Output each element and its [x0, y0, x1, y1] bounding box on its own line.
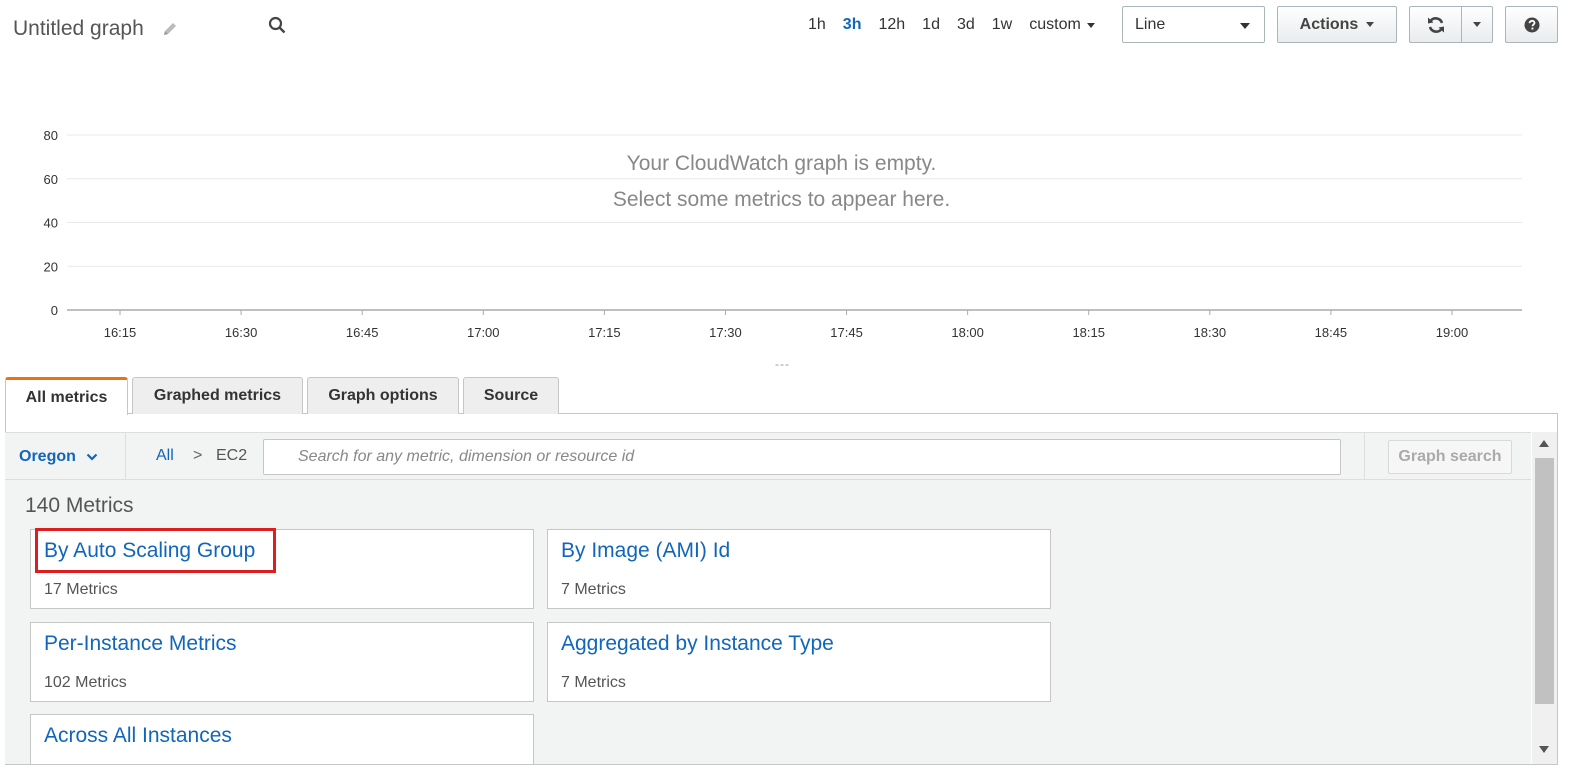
metrics-tabs: All metrics Graphed metrics Graph option…	[5, 377, 563, 415]
metric-category-count: 17 Metrics	[44, 581, 118, 598]
y-tick-label: 20	[44, 259, 58, 274]
x-tick-label: 18:45	[1315, 325, 1348, 340]
range-custom-label: custom	[1029, 16, 1081, 33]
x-tick-label: 18:15	[1072, 325, 1105, 340]
tab-source[interactable]: Source	[463, 377, 559, 414]
metric-category-link[interactable]: Across All Instances	[44, 724, 232, 748]
refresh-options-button[interactable]	[1461, 6, 1493, 43]
metric-category-card[interactable]: Across All Instances	[30, 714, 534, 764]
tab-all-metrics[interactable]: All metrics	[5, 377, 128, 415]
toolbar-divider	[1364, 433, 1365, 480]
range-1h[interactable]: 1h	[808, 16, 826, 34]
metrics-browser: 140 Metrics By Auto Scaling Group 17 Met…	[5, 480, 1531, 764]
region-selector[interactable]: Oregon	[5, 433, 126, 480]
y-tick-label: 80	[44, 128, 58, 143]
scroll-down-arrow-icon[interactable]	[1539, 746, 1549, 753]
x-tick-label: 18:00	[951, 325, 984, 340]
metric-category-link[interactable]: Per-Instance Metrics	[44, 632, 237, 656]
chevron-down-icon	[86, 453, 98, 461]
graph-type-select[interactable]: Line	[1122, 6, 1265, 43]
breadcrumb-separator: >	[193, 447, 203, 464]
graph-search-button[interactable]: Graph search	[1388, 440, 1512, 474]
range-custom[interactable]: custom	[1029, 16, 1095, 34]
metric-category-count: 7 Metrics	[561, 674, 626, 691]
range-3h[interactable]: 3h	[843, 16, 862, 34]
x-axis: 16:15 16:30 16:45 17:00 17:15 17:30 17:45 18:00…	[104, 310, 1469, 340]
x-tick-label: 17:00	[467, 325, 500, 340]
tab-graphed-metrics[interactable]: Graphed metrics	[132, 377, 303, 414]
metrics-chart: 80 60 40 20 0 16:15 16:30 16:45 17:00 17:15 17:30…	[44, 128, 1522, 340]
metric-category-card[interactable]: By Auto Scaling Group 17 Metrics	[30, 529, 534, 609]
empty-graph-message: Your CloudWatch graph is empty.	[626, 152, 937, 175]
actions-label: Actions	[1299, 15, 1359, 33]
graph-type-value: Line	[1135, 15, 1166, 33]
pencil-icon[interactable]	[162, 21, 178, 37]
x-tick-label: 19:00	[1436, 325, 1469, 340]
graph-title[interactable]: Untitled graph	[13, 17, 144, 41]
scroll-up-arrow-icon[interactable]	[1539, 440, 1549, 447]
help-icon	[1524, 17, 1539, 32]
metric-category-card[interactable]: Aggregated by Instance Type 7 Metrics	[547, 622, 1051, 702]
range-3d[interactable]: 3d	[957, 16, 975, 34]
chevron-down-icon	[1240, 23, 1250, 29]
breadcrumb-all[interactable]: All	[156, 447, 174, 465]
metric-category-card[interactable]: Per-Instance Metrics 102 Metrics	[30, 622, 534, 702]
y-axis: 80 60 40 20 0	[44, 128, 58, 318]
metrics-count: 140 Metrics	[25, 494, 134, 517]
tab-graph-options[interactable]: Graph options	[307, 377, 459, 414]
actions-button[interactable]: Actions	[1277, 6, 1397, 43]
metric-search-input[interactable]	[263, 439, 1341, 475]
time-range-selector: 1h 3h 12h 1d 3d 1w custom	[808, 14, 1095, 36]
chevron-down-icon	[1473, 22, 1481, 27]
metric-category-link[interactable]: Aggregated by Instance Type	[561, 632, 834, 656]
y-tick-label: 60	[44, 172, 58, 187]
empty-graph-hint: Select some metrics to appear here.	[612, 188, 951, 211]
refresh-icon	[1427, 16, 1444, 33]
x-tick-label: 16:30	[225, 325, 258, 340]
x-tick-label: 17:45	[830, 325, 863, 340]
x-tick-label: 16:15	[104, 325, 137, 340]
range-12h[interactable]: 12h	[878, 16, 905, 34]
graph-title-area: Untitled graph	[13, 17, 178, 41]
chevron-down-icon	[1086, 22, 1095, 28]
x-tick-label: 17:30	[709, 325, 742, 340]
chevron-down-icon	[1366, 22, 1375, 27]
metric-category-link[interactable]: By Image (AMI) Id	[561, 539, 730, 563]
y-tick-label: 40	[44, 216, 58, 231]
x-tick-label: 18:30	[1194, 325, 1227, 340]
y-tick-label: 0	[51, 303, 58, 318]
scrollbar-thumb[interactable]	[1535, 458, 1554, 704]
metric-category-count: 102 Metrics	[44, 674, 127, 691]
metric-category-link[interactable]: By Auto Scaling Group	[44, 539, 255, 563]
region-label: Oregon	[19, 447, 76, 465]
metrics-toolbar: Oregon All > EC2 Graph search	[5, 432, 1531, 480]
metric-category-count: 7 Metrics	[561, 581, 626, 598]
metric-category-card[interactable]: By Image (AMI) Id 7 Metrics	[547, 529, 1051, 609]
resize-handle[interactable]: ---	[775, 357, 790, 371]
x-tick-label: 17:15	[588, 325, 621, 340]
help-button[interactable]	[1505, 6, 1558, 43]
range-1w[interactable]: 1w	[992, 16, 1012, 34]
search-icon	[268, 16, 286, 34]
breadcrumb-ec2: EC2	[216, 447, 248, 464]
range-1d[interactable]: 1d	[922, 16, 940, 34]
refresh-button[interactable]	[1409, 6, 1462, 43]
x-tick-label: 16:45	[346, 325, 379, 340]
